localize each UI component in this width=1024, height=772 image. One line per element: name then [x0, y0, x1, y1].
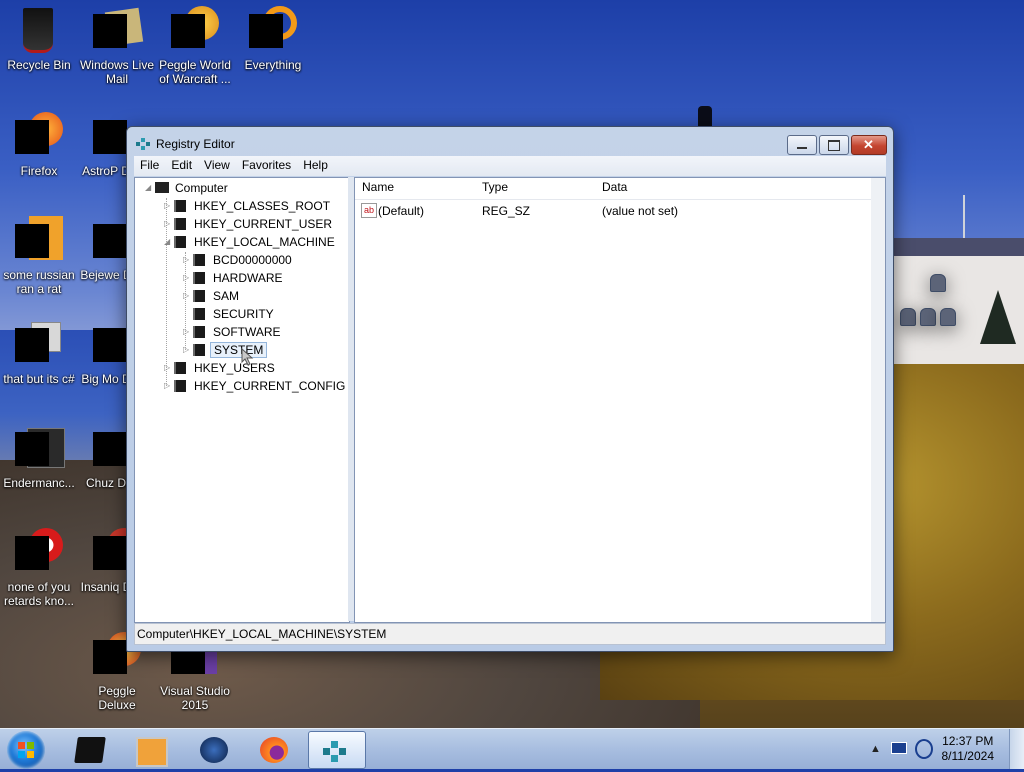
collapse-arrow-icon[interactable]: ◢ — [164, 238, 172, 246]
menu-file[interactable]: File — [134, 156, 165, 172]
menu-bar: File Edit View Favorites Help — [134, 156, 886, 176]
folder-icon — [193, 290, 205, 302]
expand-arrow-icon[interactable]: ▷ — [164, 202, 172, 210]
tray-overflow-chevron-icon[interactable]: ▲ — [870, 743, 881, 755]
desktop-icon-peggle-wow[interactable]: Peggle World of Warcraft ... — [156, 6, 234, 86]
desktop-icon-label: Visual Studio 2015 — [160, 684, 230, 712]
recycle-bin-icon — [23, 8, 53, 53]
black-app-icon — [74, 737, 106, 763]
desktop-icon-windows-live-mail[interactable]: Windows Live Mail — [78, 6, 156, 86]
show-desktop-button[interactable] — [1009, 729, 1024, 769]
desktop-icon-label: Peggle Deluxe — [98, 684, 136, 712]
registry-editor-icon — [323, 741, 346, 762]
status-bar: Computer\HKEY_LOCAL_MACHINE\SYSTEM — [134, 623, 886, 645]
mouse-cursor-icon — [241, 348, 254, 366]
folder-icon — [193, 254, 205, 266]
desktop-icon-label: that but its c# — [3, 372, 75, 386]
maximize-icon — [828, 140, 840, 151]
clock-date: 8/11/2024 — [941, 749, 995, 763]
desktop-icon-label: Recycle Bin — [7, 58, 71, 72]
desktop-icon-recycle-bin[interactable]: Recycle Bin — [0, 6, 78, 72]
network-icon[interactable] — [891, 742, 907, 754]
desktop-icon-label: Firefox — [20, 164, 58, 178]
column-header-name[interactable]: Name — [362, 180, 394, 194]
maximize-button[interactable] — [819, 135, 849, 155]
wallpaper-tree — [980, 290, 1016, 344]
expand-arrow-icon[interactable]: ▷ — [183, 292, 191, 300]
folder-icon — [193, 308, 205, 320]
menu-edit[interactable]: Edit — [165, 156, 198, 172]
value-row[interactable]: ab (Default) REG_SZ (value not set) — [355, 202, 865, 220]
expand-arrow-icon[interactable]: ▷ — [183, 256, 191, 264]
desktop-icon-label: Windows Live Mail — [79, 58, 155, 86]
wallpaper-lighthouse — [698, 106, 712, 128]
status-path: Computer\HKEY_LOCAL_MACHINE\SYSTEM — [137, 627, 387, 641]
computer-icon — [155, 182, 169, 193]
volume-icon[interactable] — [915, 739, 933, 759]
folder-icon — [174, 236, 186, 248]
minimize-icon — [797, 147, 807, 149]
taskbar-item-media-player[interactable] — [124, 731, 176, 767]
windows-logo-icon — [18, 742, 34, 758]
desktop-icon-label: none of you retards kno... — [3, 580, 75, 608]
desktop-icon-label: Everything — [244, 58, 302, 72]
system-clock[interactable]: 12:37 PM 8/11/2024 — [942, 734, 995, 764]
close-button[interactable]: ✕ — [851, 135, 887, 155]
expand-arrow-icon[interactable]: ▷ — [164, 364, 172, 372]
registry-editor-window[interactable]: Registry Editor ✕ File Edit View Favorites H… — [126, 126, 894, 652]
expand-arrow-icon[interactable]: ▷ — [183, 274, 191, 282]
desktop-icon-label: Endermanc... — [3, 476, 75, 490]
folder-icon — [174, 218, 186, 230]
expand-arrow-icon[interactable]: ▷ — [164, 220, 172, 228]
folder-icon — [174, 200, 186, 212]
desktop-icon-endermanch[interactable]: Endermanc... — [0, 424, 78, 490]
desktop-icon-label: Peggle World of Warcraft ... — [159, 58, 231, 86]
desktop-icon-firefox[interactable]: Firefox — [0, 112, 78, 178]
title-bar[interactable]: Registry Editor ✕ — [127, 127, 893, 157]
start-button[interactable] — [7, 731, 45, 769]
value-type: REG_SZ — [482, 204, 531, 218]
desktop-icon-csharp[interactable]: that but its c# — [0, 320, 78, 386]
menu-help[interactable]: Help — [297, 156, 334, 172]
taskbar-item-registry-editor[interactable] — [308, 731, 366, 769]
taskbar-item-app-1[interactable] — [64, 731, 116, 767]
column-header-data[interactable]: Data — [602, 180, 627, 194]
desktop-icon-russian[interactable]: some russian ran a rat — [0, 216, 78, 296]
media-player-icon — [136, 737, 168, 767]
values-list-pane[interactable]: Name Type Data ab (Default) REG_SZ (valu… — [354, 177, 886, 623]
menu-favorites[interactable]: Favorites — [236, 156, 297, 172]
expand-arrow-icon[interactable]: ▷ — [183, 346, 191, 354]
menu-view[interactable]: View — [198, 156, 236, 172]
key-tree-pane[interactable]: ◢ Computer ▷ HKEY_CLASSES_ROOT ▷ HKEY_CU… — [134, 177, 350, 623]
taskbar: ▲ 12:37 PM 8/11/2024 — [0, 728, 1024, 769]
folder-icon — [174, 362, 186, 374]
window-title: Registry Editor — [156, 137, 235, 151]
expand-arrow-icon[interactable]: ▷ — [164, 382, 172, 390]
folder-icon — [193, 344, 205, 356]
collapse-arrow-icon[interactable]: ◢ — [145, 184, 153, 192]
folder-icon — [193, 272, 205, 284]
folder-icon — [174, 380, 186, 392]
minimize-button[interactable] — [787, 135, 817, 155]
string-value-icon: ab — [361, 203, 377, 218]
column-header-row: Name Type Data — [355, 178, 871, 200]
folder-icon — [193, 326, 205, 338]
column-header-type[interactable]: Type — [482, 180, 508, 194]
value-name: (Default) — [378, 204, 425, 218]
registry-editor-icon — [136, 138, 150, 150]
taskbar-item-firefox[interactable] — [248, 731, 300, 767]
firefox-icon — [260, 737, 288, 763]
desktop-icon-everything[interactable]: Everything — [234, 6, 312, 72]
taskbar-item-globe[interactable] — [188, 731, 240, 767]
expand-arrow-icon[interactable]: ▷ — [183, 328, 191, 336]
value-data: (value not set) — [602, 204, 679, 218]
globe-icon — [200, 737, 228, 763]
desktop-icon-label: some russian ran a rat — [3, 268, 75, 296]
clock-time: 12:37 PM — [942, 734, 994, 748]
desktop-icon-none-of-you[interactable]: none of you retards kno... — [0, 528, 78, 608]
close-icon: ✕ — [863, 137, 874, 152]
vertical-scrollbar[interactable] — [871, 178, 885, 622]
